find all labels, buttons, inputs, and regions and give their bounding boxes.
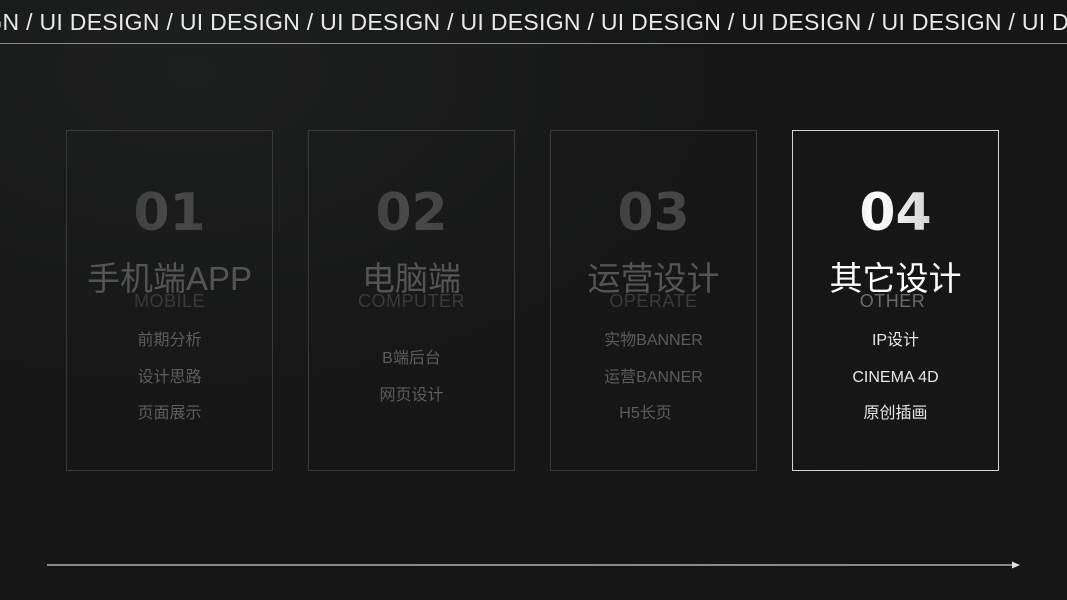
arrow-head-icon [1012, 561, 1020, 569]
timeline-arrow [47, 561, 1020, 569]
